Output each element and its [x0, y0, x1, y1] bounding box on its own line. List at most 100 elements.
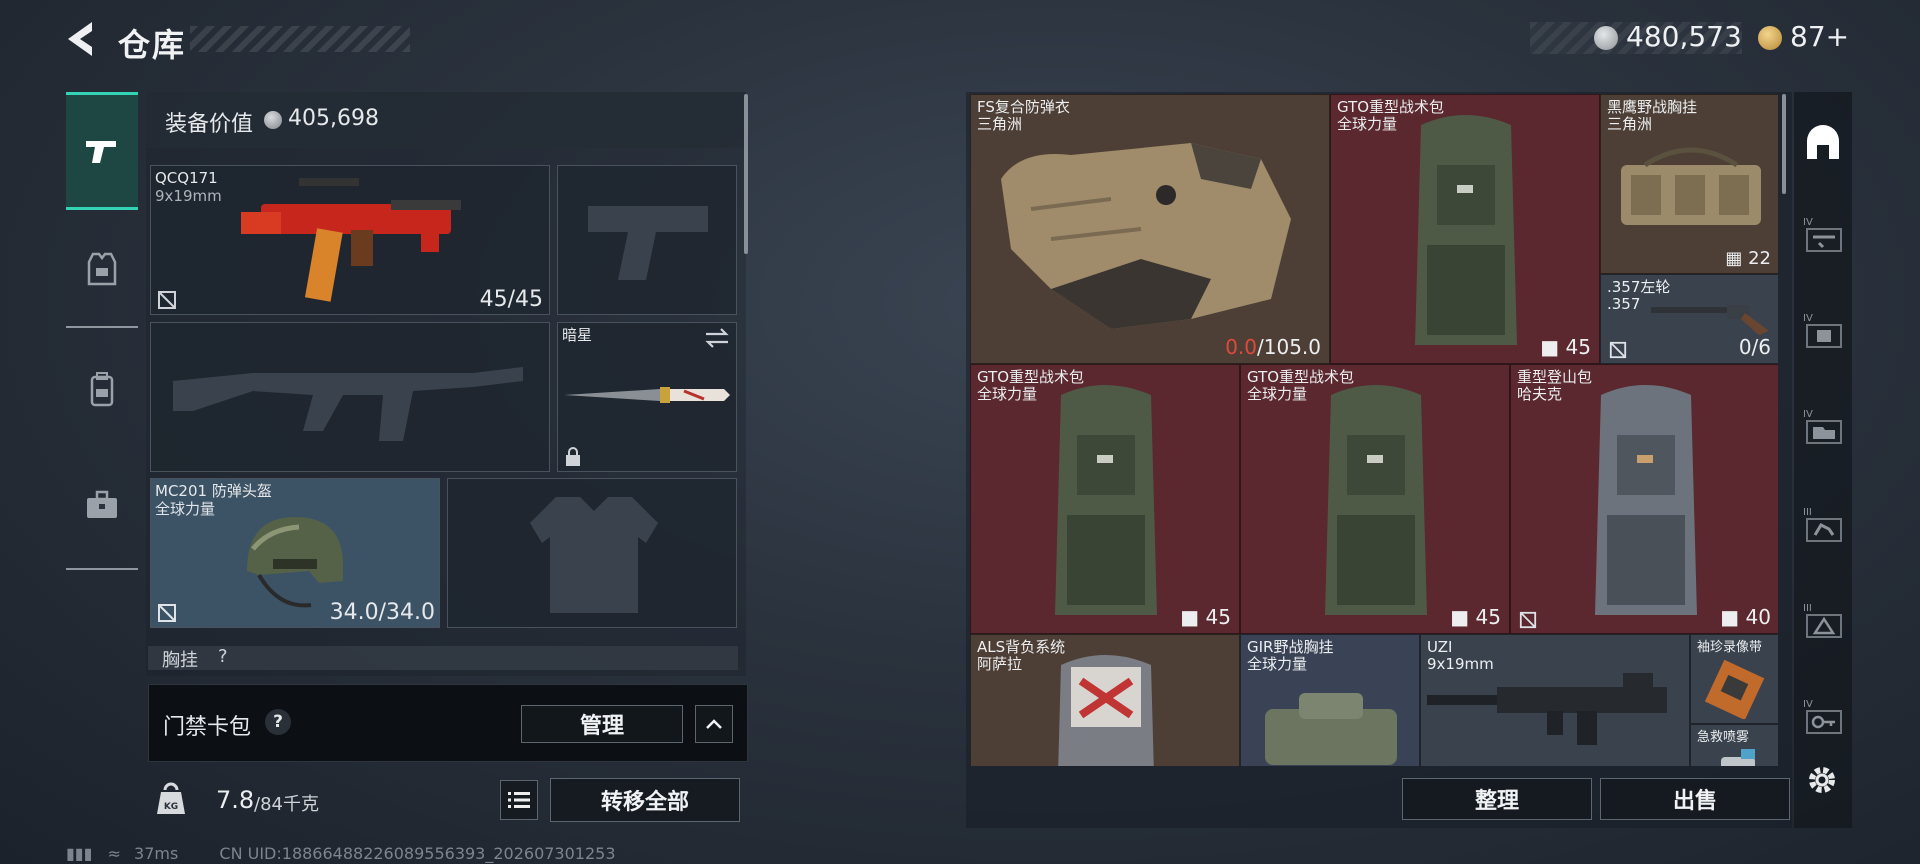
settings-button[interactable] — [1804, 762, 1840, 802]
organize-button[interactable]: 整理 — [1402, 778, 1592, 820]
qcq171-smg-image — [241, 178, 461, 302]
folder-filter-icon: IV — [1803, 409, 1842, 444]
backpack-icon — [90, 372, 114, 407]
ping-text: 37ms — [134, 844, 179, 863]
inventory-item[interactable]: GIR野战胸挂 全球力量 — [1240, 634, 1420, 766]
knife-image — [564, 387, 730, 403]
capacity-count: ■ 45 — [1450, 605, 1501, 629]
toolbox-icon — [87, 490, 117, 518]
body-armor-slot[interactable] — [447, 478, 737, 628]
nav-weapons[interactable] — [66, 92, 138, 210]
gun-filter-icon: IV — [1803, 217, 1842, 252]
weight-current: 7.8 — [216, 786, 255, 814]
first-aid-spray-image — [1721, 749, 1755, 766]
nav-toolbox[interactable] — [66, 446, 138, 564]
manage-button[interactable]: 管理 — [521, 705, 683, 743]
item-sub: 全球力量 — [1247, 655, 1308, 673]
weight-bar: KG 7.8 /84千克 转移全部 — [146, 774, 746, 828]
filter-tier-iv-3[interactable]: IV — [1800, 404, 1846, 450]
filter-all-button[interactable] — [1800, 120, 1846, 166]
sidearm-slot[interactable] — [557, 165, 737, 315]
transfer-all-button[interactable]: 转移全部 — [550, 778, 740, 822]
no-insure-icon — [158, 604, 176, 622]
nav-armor[interactable] — [66, 210, 138, 328]
filter-tier-iv-1[interactable]: IV — [1800, 212, 1846, 258]
svg-text:KG: KG — [164, 802, 178, 812]
chest-rig-label: 胸挂 — [162, 650, 198, 671]
pistol-icon — [86, 141, 116, 163]
gold-coin-icon — [1758, 26, 1782, 50]
item-name: .357左轮 — [1607, 278, 1671, 296]
inventory-item[interactable]: UZI 9x19mm — [1420, 634, 1690, 766]
expand-button[interactable] — [695, 705, 733, 743]
key-filter-icon: IV — [1803, 699, 1842, 734]
inventory-item[interactable]: ALS背负系统 阿萨拉 — [970, 634, 1240, 766]
list-view-button[interactable] — [500, 780, 538, 820]
svg-text:III: III — [1803, 507, 1812, 518]
svg-text:III: III — [1803, 603, 1812, 614]
inventory-item[interactable]: FS复合防弹衣 三角洲 0.0/105.0 — [970, 94, 1330, 364]
inventory-item[interactable]: 急救喷雾 — [1690, 724, 1778, 766]
chest-rig-image — [1621, 147, 1761, 225]
tactical-backpack-image — [1415, 115, 1517, 345]
page-title: 仓库 — [118, 26, 187, 64]
armor-filter-icon: IV — [1803, 313, 1842, 348]
svg-text:IV: IV — [1803, 409, 1813, 420]
weapon-name: QCQ171 — [155, 169, 218, 187]
melee-name: 暗星 — [562, 326, 593, 344]
videotape-image — [1705, 659, 1765, 719]
nav-backpack[interactable] — [66, 330, 138, 448]
svg-text:IV: IV — [1803, 217, 1813, 228]
silver-coin-icon — [264, 111, 282, 129]
svg-text:IV: IV — [1803, 313, 1813, 324]
helmet-slot[interactable]: MC201 防弹头盔 全球力量 34.0/34.0 — [150, 478, 440, 628]
nav-divider — [66, 326, 138, 328]
inventory-scrollbar[interactable] — [1782, 94, 1786, 194]
equipment-scrollbar[interactable] — [744, 94, 748, 254]
back-arrow-icon — [68, 22, 92, 56]
primary-weapon-slot[interactable]: QCQ171 9x19mm 45/45 — [150, 165, 550, 315]
status-bar: ▮▮▮ ≈ 37ms CN UID:18866488226089556393_2… — [66, 844, 616, 863]
wifi-icon: ≈ — [107, 844, 121, 863]
filter-tier-iii-1[interactable]: III — [1800, 502, 1846, 548]
swap-icon[interactable] — [704, 327, 730, 349]
chest-rig-slot-header[interactable]: 胸挂 ? — [148, 646, 738, 671]
silver-balance: 480,573 — [1626, 20, 1742, 53]
secondary-weapon-slot[interactable] — [150, 322, 550, 472]
help-icon[interactable]: ? — [265, 709, 291, 735]
inventory-item[interactable]: GTO重型战术包 全球力量 ■ 45 — [1240, 364, 1510, 634]
weight-icon: KG — [157, 782, 185, 814]
helmet-durability: 34.0/34.0 — [329, 600, 435, 625]
battery-icon: ▮▮▮ — [66, 844, 93, 863]
armor-placeholder-icon — [530, 497, 658, 613]
help-icon[interactable]: ? — [218, 646, 228, 667]
inventory-item[interactable]: GTO重型战术包 全球力量 ■ 45 — [1330, 94, 1600, 364]
filter-tier-iii-2[interactable]: III — [1800, 598, 1846, 644]
sell-button[interactable]: 出售 — [1600, 778, 1790, 820]
capacity-count: ■ 45 — [1180, 605, 1231, 629]
gold-balance[interactable]: 87+ — [1790, 20, 1849, 53]
mountain-backpack-image — [1595, 385, 1697, 615]
title-decoration — [190, 26, 410, 52]
weight-max: /84千克 — [254, 794, 319, 815]
access-card-label: 门禁卡包 — [163, 715, 252, 740]
list-icon — [508, 792, 530, 808]
silver-coin-icon — [1594, 26, 1618, 50]
filter-tier-iv-4[interactable]: IV — [1800, 694, 1846, 740]
no-insure-icon — [1609, 341, 1627, 359]
nav-divider — [66, 568, 138, 570]
back-button[interactable] — [62, 18, 100, 60]
item-name: 袖珍录像带 — [1697, 640, 1763, 655]
inventory-item[interactable]: 袖珍录像带 — [1690, 634, 1778, 724]
item-name: 黑鹰野战胸挂 — [1607, 98, 1698, 116]
inventory-item[interactable]: GTO重型战术包 全球力量 ■ 45 — [970, 364, 1240, 634]
melee-slot[interactable]: 暗星 — [557, 322, 737, 472]
inventory-item[interactable]: 重型登山包 哈夫克 ■ 40 — [1510, 364, 1778, 634]
capacity-count: ■ 45 — [1540, 335, 1591, 359]
item-sub: 三角洲 — [1607, 115, 1653, 133]
inventory-item[interactable]: .357左轮 .357 0/6 — [1600, 274, 1778, 364]
inventory-item[interactable]: 黑鹰野战胸挂 三角洲 ▦ 22 — [1600, 94, 1778, 274]
armor-durability: 0.0/105.0 — [1225, 335, 1321, 359]
filter-tier-iv-2[interactable]: IV — [1800, 308, 1846, 354]
chest-rig-image — [1265, 693, 1397, 765]
